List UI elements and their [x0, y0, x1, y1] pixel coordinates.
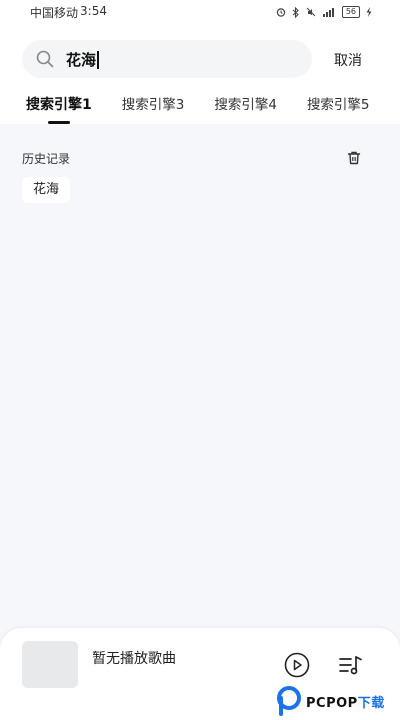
- search-value: 花海: [66, 49, 100, 70]
- history-item[interactable]: 花海: [22, 177, 71, 203]
- history-title: 历史记录: [22, 151, 71, 166]
- search-input[interactable]: 花海: [22, 40, 312, 78]
- search-row: 花海 取消: [0, 40, 400, 78]
- watermark: PCPOP下载: [276, 684, 385, 718]
- charging-icon: [366, 7, 372, 17]
- battery-indicator: 56: [341, 6, 360, 18]
- tab-search-engine-4[interactable]: 搜索引擎4: [214, 90, 277, 124]
- bluetooth-icon: [292, 6, 300, 18]
- search-icon: [36, 50, 54, 68]
- cancel-button[interactable]: 取消: [334, 50, 362, 70]
- trash-icon: [347, 151, 361, 165]
- now-playing-title: 暂无播放歌曲: [92, 651, 176, 667]
- signal-icon: [322, 7, 336, 17]
- mute-icon: [306, 7, 316, 17]
- album-cover-placeholder[interactable]: [22, 641, 78, 688]
- alarm-icon: [276, 7, 286, 17]
- clear-history-button[interactable]: [346, 150, 362, 166]
- tab-search-engine-5[interactable]: 搜索引擎5: [307, 90, 370, 124]
- status-left: 中国移动 3:54: [30, 4, 107, 21]
- play-button[interactable]: [284, 652, 310, 682]
- watermark-text: PCPOP下载: [306, 695, 385, 711]
- status-time: 3:54: [80, 3, 107, 18]
- text-caret: [97, 51, 100, 69]
- play-icon: [284, 652, 310, 678]
- carrier-name: 中国移动: [30, 5, 79, 20]
- history-header: 历史记录: [22, 148, 362, 168]
- status-bar: 中国移动 3:54 56: [0, 0, 400, 24]
- search-engine-tabs: 搜索引擎1 搜索引擎3 搜索引擎4 搜索引擎5: [0, 90, 400, 124]
- playlist-icon: [339, 656, 362, 675]
- pcpop-logo-icon: [277, 686, 301, 716]
- tab-search-engine-1[interactable]: 搜索引擎1: [26, 90, 92, 124]
- playlist-button[interactable]: [338, 652, 364, 682]
- tab-search-engine-3[interactable]: 搜索引擎3: [122, 90, 185, 124]
- status-right: 56: [276, 6, 372, 18]
